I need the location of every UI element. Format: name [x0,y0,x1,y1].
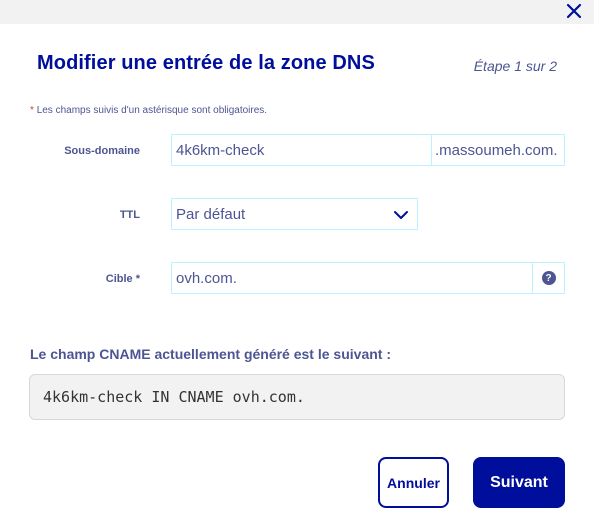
target-input[interactable]: ovh.com. [171,262,533,294]
cname-record-preview: 4k6km-check IN CNAME ovh.com. [29,374,565,420]
next-button[interactable]: Suivant [473,457,565,508]
dialog-title: Modifier une entrée de la zone DNS [37,52,375,74]
required-star: * [30,105,34,116]
cancel-button[interactable]: Annuler [378,457,449,508]
dialog-top-bar [0,0,594,24]
ttl-selected-value: Par défaut [176,205,246,223]
cname-title: Le champ CNAME actuellement généré est l… [30,346,391,362]
help-icon: ? [541,271,556,285]
ttl-select[interactable]: Par défaut [171,198,418,230]
target-label-text: Cible [105,273,133,285]
ttl-label: TTL [119,209,140,221]
chevron-down-icon [394,211,408,219]
domain-suffix: .massoumeh.com. [432,134,565,166]
step-indicator: Étape 1 sur 2 [473,58,557,74]
subdomain-label: Sous-domaine [64,145,140,157]
target-required-star: * [135,273,140,285]
help-button[interactable]: ? [533,262,565,294]
required-note-text: Les champs suivis d'un astérisque sont o… [36,105,268,116]
target-label: Cible * [90,273,140,285]
subdomain-input[interactable]: 4k6km-check [171,134,432,166]
close-icon[interactable] [564,1,584,21]
required-fields-note: * Les champs suivis d'un astérisque sont… [30,105,267,116]
